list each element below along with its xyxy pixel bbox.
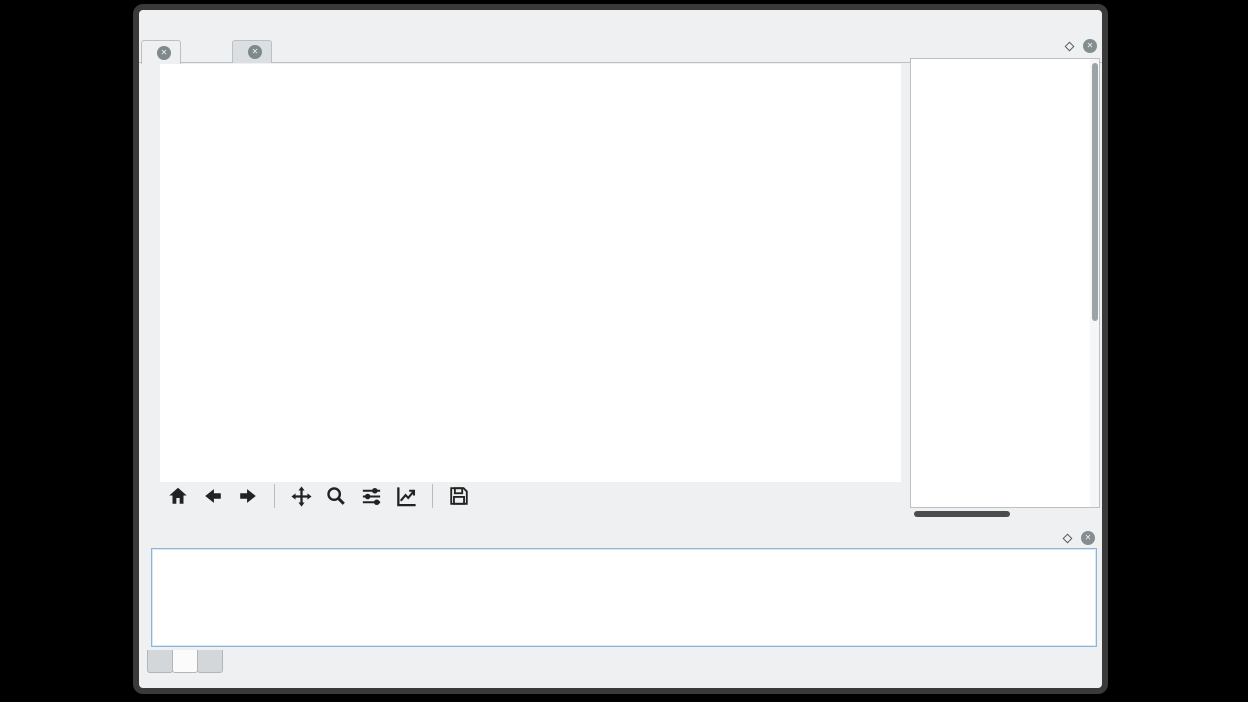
menu-file[interactable] bbox=[143, 21, 165, 27]
plot-canvas[interactable] bbox=[160, 64, 901, 482]
pan-icon[interactable] bbox=[286, 481, 316, 511]
horizontal-scrollbar[interactable] bbox=[910, 510, 1090, 518]
save-icon[interactable] bbox=[444, 481, 474, 511]
desktop-background bbox=[0, 0, 1248, 702]
zoom-icon[interactable] bbox=[321, 481, 351, 511]
close-panel-icon[interactable] bbox=[1083, 39, 1097, 53]
open-files-panel bbox=[141, 528, 1099, 648]
app-window bbox=[133, 4, 1108, 694]
scrollbar-thumb[interactable] bbox=[1092, 63, 1098, 321]
toolbar-separator bbox=[274, 484, 275, 508]
tab-log-entries[interactable] bbox=[147, 650, 173, 673]
select-plot-panel bbox=[910, 36, 1100, 518]
forward-arrow-icon[interactable] bbox=[233, 481, 263, 511]
tcp-download-subplot bbox=[254, 119, 747, 212]
tab-pfifo-fast[interactable] bbox=[232, 40, 272, 63]
ping-subplot bbox=[254, 337, 747, 430]
back-arrow-icon[interactable] bbox=[198, 481, 228, 511]
float-panel-icon[interactable] bbox=[1063, 533, 1073, 543]
menu-bar bbox=[143, 12, 253, 36]
tab-metadata[interactable] bbox=[197, 650, 223, 673]
tab-open-files[interactable] bbox=[172, 650, 198, 673]
menu-data[interactable] bbox=[209, 21, 231, 27]
tab-fq-codel[interactable] bbox=[141, 40, 181, 64]
open-files-table bbox=[151, 548, 1097, 647]
open-files-header bbox=[141, 528, 1099, 548]
bottom-tab-bar bbox=[147, 650, 222, 673]
menu-view[interactable] bbox=[165, 21, 187, 27]
menu-settings[interactable] bbox=[187, 21, 209, 27]
menu-help[interactable] bbox=[231, 21, 253, 27]
subplot-settings-icon[interactable] bbox=[356, 481, 386, 511]
float-panel-icon[interactable] bbox=[1065, 41, 1075, 51]
close-panel-icon[interactable] bbox=[1081, 531, 1095, 545]
select-plot-header bbox=[910, 36, 1100, 56]
home-icon[interactable] bbox=[163, 481, 193, 511]
select-plot-list bbox=[910, 58, 1100, 508]
tab-close-icon[interactable] bbox=[248, 45, 262, 59]
plot-toolbar bbox=[163, 478, 474, 514]
tcp-upload-subplot bbox=[254, 228, 747, 321]
toolbar-separator bbox=[432, 484, 433, 508]
axes-edit-icon[interactable] bbox=[391, 481, 421, 511]
scrollbar-thumb[interactable] bbox=[914, 511, 1010, 517]
vertical-scrollbar[interactable] bbox=[1090, 59, 1099, 507]
tab-close-icon[interactable] bbox=[157, 46, 171, 60]
